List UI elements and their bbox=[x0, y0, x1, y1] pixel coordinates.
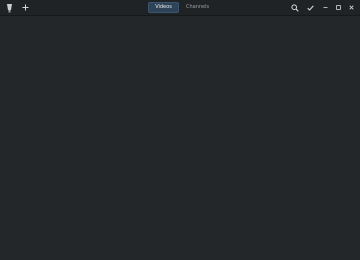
maximize-button[interactable] bbox=[334, 2, 343, 13]
main-content-area bbox=[0, 16, 360, 260]
minimize-icon bbox=[323, 5, 328, 10]
selection-mode-button[interactable] bbox=[305, 2, 316, 13]
search-button[interactable] bbox=[289, 2, 300, 13]
add-button[interactable] bbox=[20, 2, 31, 13]
view-switcher: Videos Channels bbox=[148, 2, 211, 13]
app-logo-icon bbox=[5, 2, 14, 13]
tab-channels-label: Channels bbox=[186, 4, 210, 10]
close-icon bbox=[349, 5, 354, 10]
header-bar: Videos Channels bbox=[0, 0, 360, 16]
plus-icon bbox=[22, 4, 29, 11]
check-icon bbox=[307, 5, 314, 11]
tab-channels[interactable]: Channels bbox=[181, 2, 211, 13]
maximize-icon bbox=[336, 5, 341, 10]
tab-videos[interactable]: Videos bbox=[148, 2, 179, 13]
minimize-button[interactable] bbox=[321, 2, 330, 13]
search-icon bbox=[290, 3, 299, 12]
close-button[interactable] bbox=[347, 2, 356, 13]
app-window: Videos Channels bbox=[0, 0, 360, 260]
tab-videos-label: Videos bbox=[155, 4, 172, 10]
